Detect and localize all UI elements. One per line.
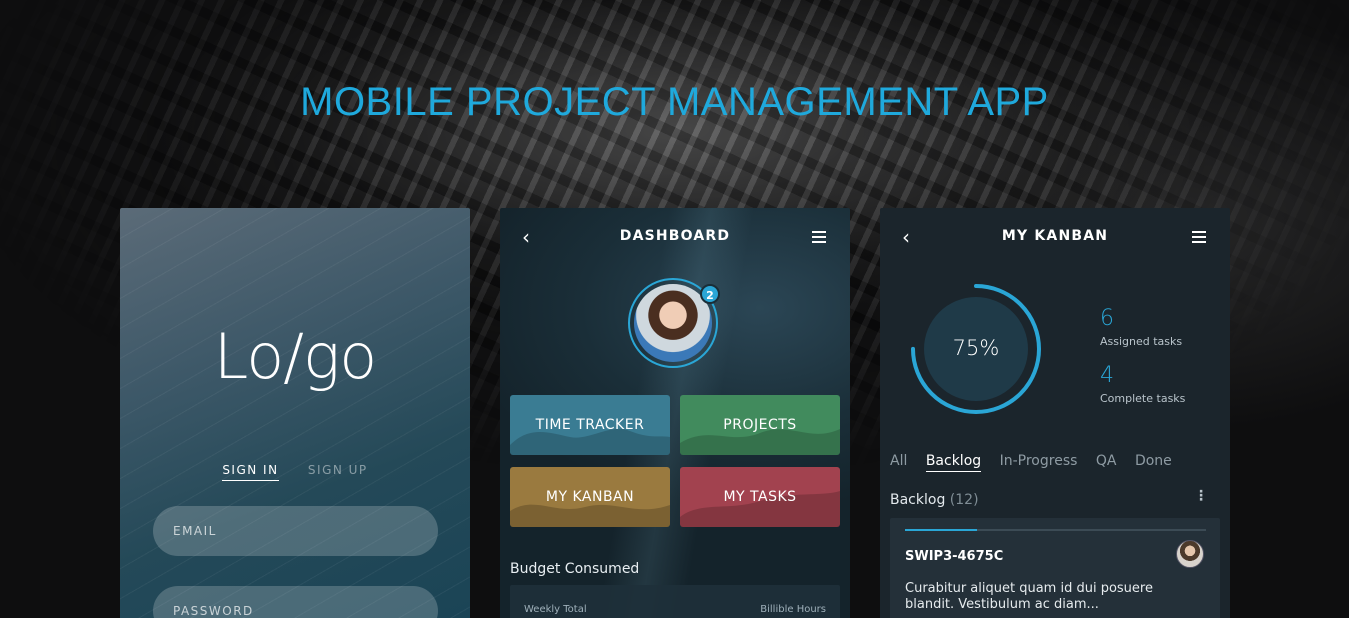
task-progress-fill (905, 529, 978, 531)
my-kanban-tile[interactable]: MY KANBAN (510, 467, 670, 527)
notification-badge: 2 (700, 284, 720, 304)
task-id: SWIP3-4675C (905, 549, 1004, 564)
kanban-tabs: All Backlog In-Progress QA Done (890, 453, 1186, 472)
task-progress-bar (905, 529, 1206, 531)
kanban-screen: ‹ MY KANBAN 75% 6 Assigned tasks 4 Compl… (880, 208, 1230, 618)
backlog-title: Backlog (890, 492, 946, 508)
tab-backlog[interactable]: Backlog (925, 453, 982, 472)
time-tracker-tile[interactable]: TIME TRACKER (510, 395, 670, 455)
assigned-count: 6 (1100, 306, 1114, 331)
auth-tabs: SIGN IN SIGN UP (120, 463, 470, 481)
tile-label: MY KANBAN (545, 489, 635, 505)
backlog-header: Backlog (12) (890, 492, 979, 508)
tab-in-progress[interactable]: In-Progress (1000, 453, 1078, 471)
login-background (120, 208, 470, 618)
kanban-topbar: ‹ MY KANBAN (880, 208, 1230, 264)
tab-done[interactable]: Done (1135, 453, 1172, 471)
hamburger-icon[interactable] (1192, 231, 1206, 246)
tile-label: TIME TRACKER (535, 417, 645, 433)
kanban-title: MY KANBAN (1001, 228, 1109, 244)
complete-label: Complete tasks (1100, 392, 1186, 405)
task-description: Curabitur aliquet quam id dui posuere bl… (905, 581, 1153, 612)
complete-count: 4 (1100, 363, 1114, 388)
hamburger-icon[interactable] (812, 231, 826, 246)
tab-all[interactable]: All (890, 453, 907, 471)
budget-card: Weekly Total Billible Hours (510, 585, 840, 618)
tab-sign-up[interactable]: SIGN UP (308, 463, 368, 480)
billable-hours-label: Billible Hours (760, 604, 826, 615)
profile-avatar[interactable]: 2 (628, 278, 720, 368)
page-title: MOBILE PROJECT MANAGEMENT APP (300, 80, 1049, 124)
projects-tile[interactable]: PROJECTS (680, 395, 840, 455)
app-logo: Lo/go (213, 320, 377, 393)
task-card[interactable]: SWIP3-4675C Curabitur aliquet quam id du… (890, 518, 1220, 618)
dashboard-title: DASHBOARD (619, 228, 731, 244)
progress-label: 75% (952, 336, 1000, 360)
dashboard-topbar: ‹ DASHBOARD (500, 208, 850, 264)
avatar (1176, 540, 1204, 568)
dashboard-screen: ‹ DASHBOARD 2 TIME TRACKER PROJECTS MY K… (500, 208, 850, 618)
backlog-count: (12) (949, 492, 979, 508)
tile-label: MY TASKS (723, 489, 797, 505)
assigned-label: Assigned tasks (1100, 335, 1183, 348)
my-tasks-tile[interactable]: MY TASKS (680, 467, 840, 527)
email-field[interactable]: EMAIL (153, 506, 438, 556)
login-screen: Lo/go SIGN IN SIGN UP EMAIL PASSWORD (120, 208, 470, 618)
password-field[interactable]: PASSWORD (153, 586, 438, 618)
tab-sign-in[interactable]: SIGN IN (222, 463, 279, 481)
tile-label: PROJECTS (723, 417, 797, 433)
more-options-icon[interactable]: ⋮ (1194, 488, 1208, 504)
tab-qa[interactable]: QA (1096, 453, 1117, 471)
weekly-total-label: Weekly Total (524, 604, 587, 615)
budget-title: Budget Consumed (510, 561, 640, 577)
